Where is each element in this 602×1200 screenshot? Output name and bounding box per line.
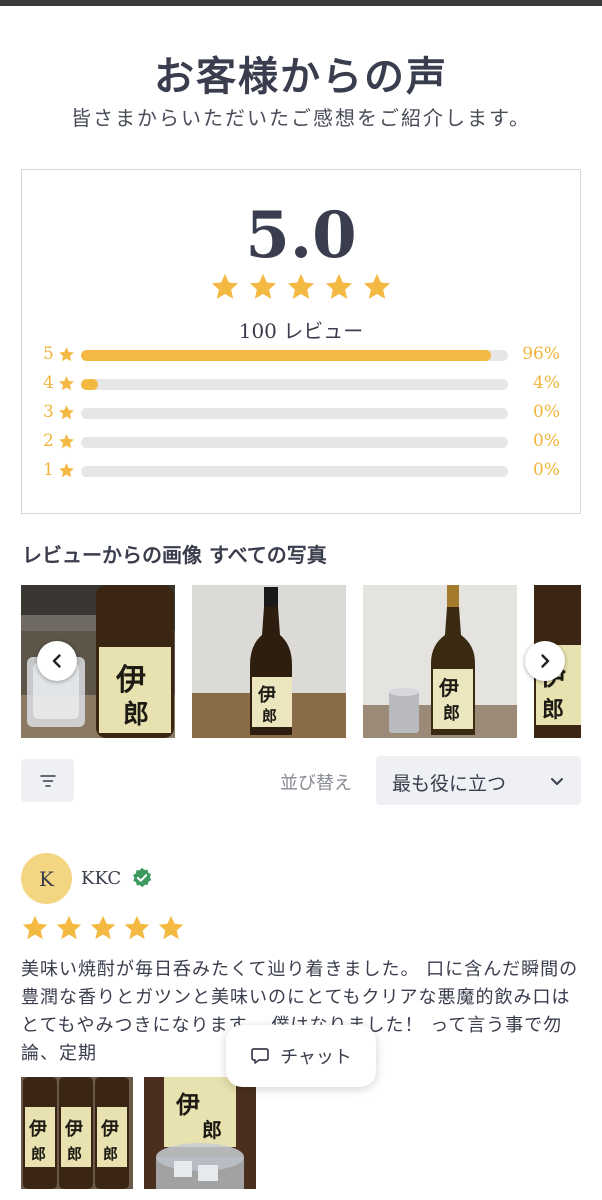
rating-row-stars: 5: [43, 344, 54, 364]
verified-badge-icon: [133, 867, 152, 888]
star-icon: [158, 915, 184, 940]
rating-row-percent: 4%: [533, 373, 560, 393]
star-icon: [59, 463, 74, 478]
star-icon: [325, 273, 353, 299]
star-icon: [287, 273, 315, 299]
review-photo-carousel[interactable]: 伊 郎 伊 郎 伊 郎 郎: [21, 585, 581, 738]
star-icon: [56, 915, 82, 940]
rating-bar-fill: [81, 379, 99, 390]
star-icon: [59, 347, 74, 362]
svg-text:郎: 郎: [202, 1118, 222, 1142]
star-icon: [59, 405, 74, 420]
chevron-left-icon: [52, 654, 61, 668]
star-icon: [59, 376, 74, 391]
rating-row-percent: 0%: [533, 402, 560, 422]
rating-row-stars: 3: [43, 402, 54, 422]
chat-label: チャット: [280, 1047, 352, 1068]
svg-text:郎: 郎: [67, 1145, 82, 1163]
reviewer-name: KKC: [81, 868, 122, 889]
svg-text:郎: 郎: [123, 700, 149, 730]
review-count: 100 レビュー: [238, 319, 364, 343]
chat-bubble-icon: [251, 1048, 269, 1064]
star-icon: [211, 273, 239, 299]
gallery-title[interactable]: レビューからの画像 すべての写真: [22, 539, 327, 568]
svg-text:郎: 郎: [443, 703, 460, 724]
review-photo[interactable]: 伊 郎: [192, 585, 346, 738]
svg-text:伊: 伊: [100, 1118, 119, 1140]
rating-row-stars: 4: [43, 373, 54, 393]
top-bar: [0, 0, 602, 6]
chevron-down-icon: [551, 778, 563, 785]
svg-text:郎: 郎: [103, 1145, 118, 1163]
svg-text:伊: 伊: [64, 1118, 83, 1140]
rating-row-5[interactable]: 5 96%: [22, 344, 582, 366]
svg-text:伊: 伊: [115, 663, 146, 698]
filter-button[interactable]: [21, 759, 74, 802]
star-icon: [249, 273, 277, 299]
rating-bar-fill: [81, 350, 491, 361]
rating-row-1[interactable]: 1 0%: [22, 460, 582, 482]
sort-label: 並び替え: [280, 773, 352, 794]
page-subtitle: 皆さまからいただいたご感想をご紹介します。: [71, 106, 531, 130]
svg-text:伊: 伊: [257, 684, 276, 706]
star-icon: [59, 434, 74, 449]
chevron-right-icon: [541, 654, 550, 668]
rating-row-percent: 96%: [522, 344, 560, 364]
rating-bar-track: [81, 466, 508, 477]
review-attached-photo[interactable]: 伊 郎: [144, 1077, 256, 1189]
star-icon: [90, 915, 116, 940]
svg-text:郎: 郎: [262, 707, 277, 725]
svg-text:伊: 伊: [175, 1090, 200, 1119]
svg-text:郎: 郎: [542, 697, 564, 723]
star-icon: [124, 915, 150, 940]
rating-row-3[interactable]: 3 0%: [22, 402, 582, 424]
rating-bar-track: [81, 408, 508, 419]
rating-row-4[interactable]: 4 4%: [22, 373, 582, 395]
carousel-next-button[interactable]: [525, 641, 565, 681]
sort-selected-value: 最も役に立つ: [392, 773, 507, 795]
star-icon: [363, 273, 391, 299]
filter-icon: [39, 774, 56, 787]
average-stars: [22, 272, 580, 302]
rating-summary: 5.0 100 レビュー 5 96% 4 4% 3 0% 2 0% 1 0%: [21, 169, 581, 514]
rating-row-stars: 1: [43, 460, 54, 480]
star-icon: [22, 915, 48, 940]
rating-row-stars: 2: [43, 431, 54, 451]
rating-row-percent: 0%: [533, 431, 560, 451]
review-rating-stars: [21, 914, 185, 942]
rating-row-2[interactable]: 2 0%: [22, 431, 582, 453]
svg-text:伊: 伊: [28, 1118, 47, 1140]
sort-select[interactable]: 最も役に立つ: [376, 756, 581, 805]
carousel-prev-button[interactable]: [37, 641, 77, 681]
chat-button[interactable]: チャット: [226, 1025, 376, 1087]
rating-row-percent: 0%: [533, 460, 560, 480]
rating-bar-track: [81, 437, 508, 448]
rating-bar-track: [81, 350, 508, 361]
svg-text:郎: 郎: [31, 1145, 46, 1163]
review-photo[interactable]: 伊 郎: [363, 585, 517, 738]
page-title: お客様からの声: [154, 53, 448, 100]
average-score: 5.0: [245, 198, 357, 273]
rating-bar-track: [81, 379, 508, 390]
review-attached-photo[interactable]: 伊 伊 伊 郎 郎 郎: [21, 1077, 133, 1189]
avatar: K: [21, 853, 72, 904]
svg-text:伊: 伊: [438, 676, 459, 700]
